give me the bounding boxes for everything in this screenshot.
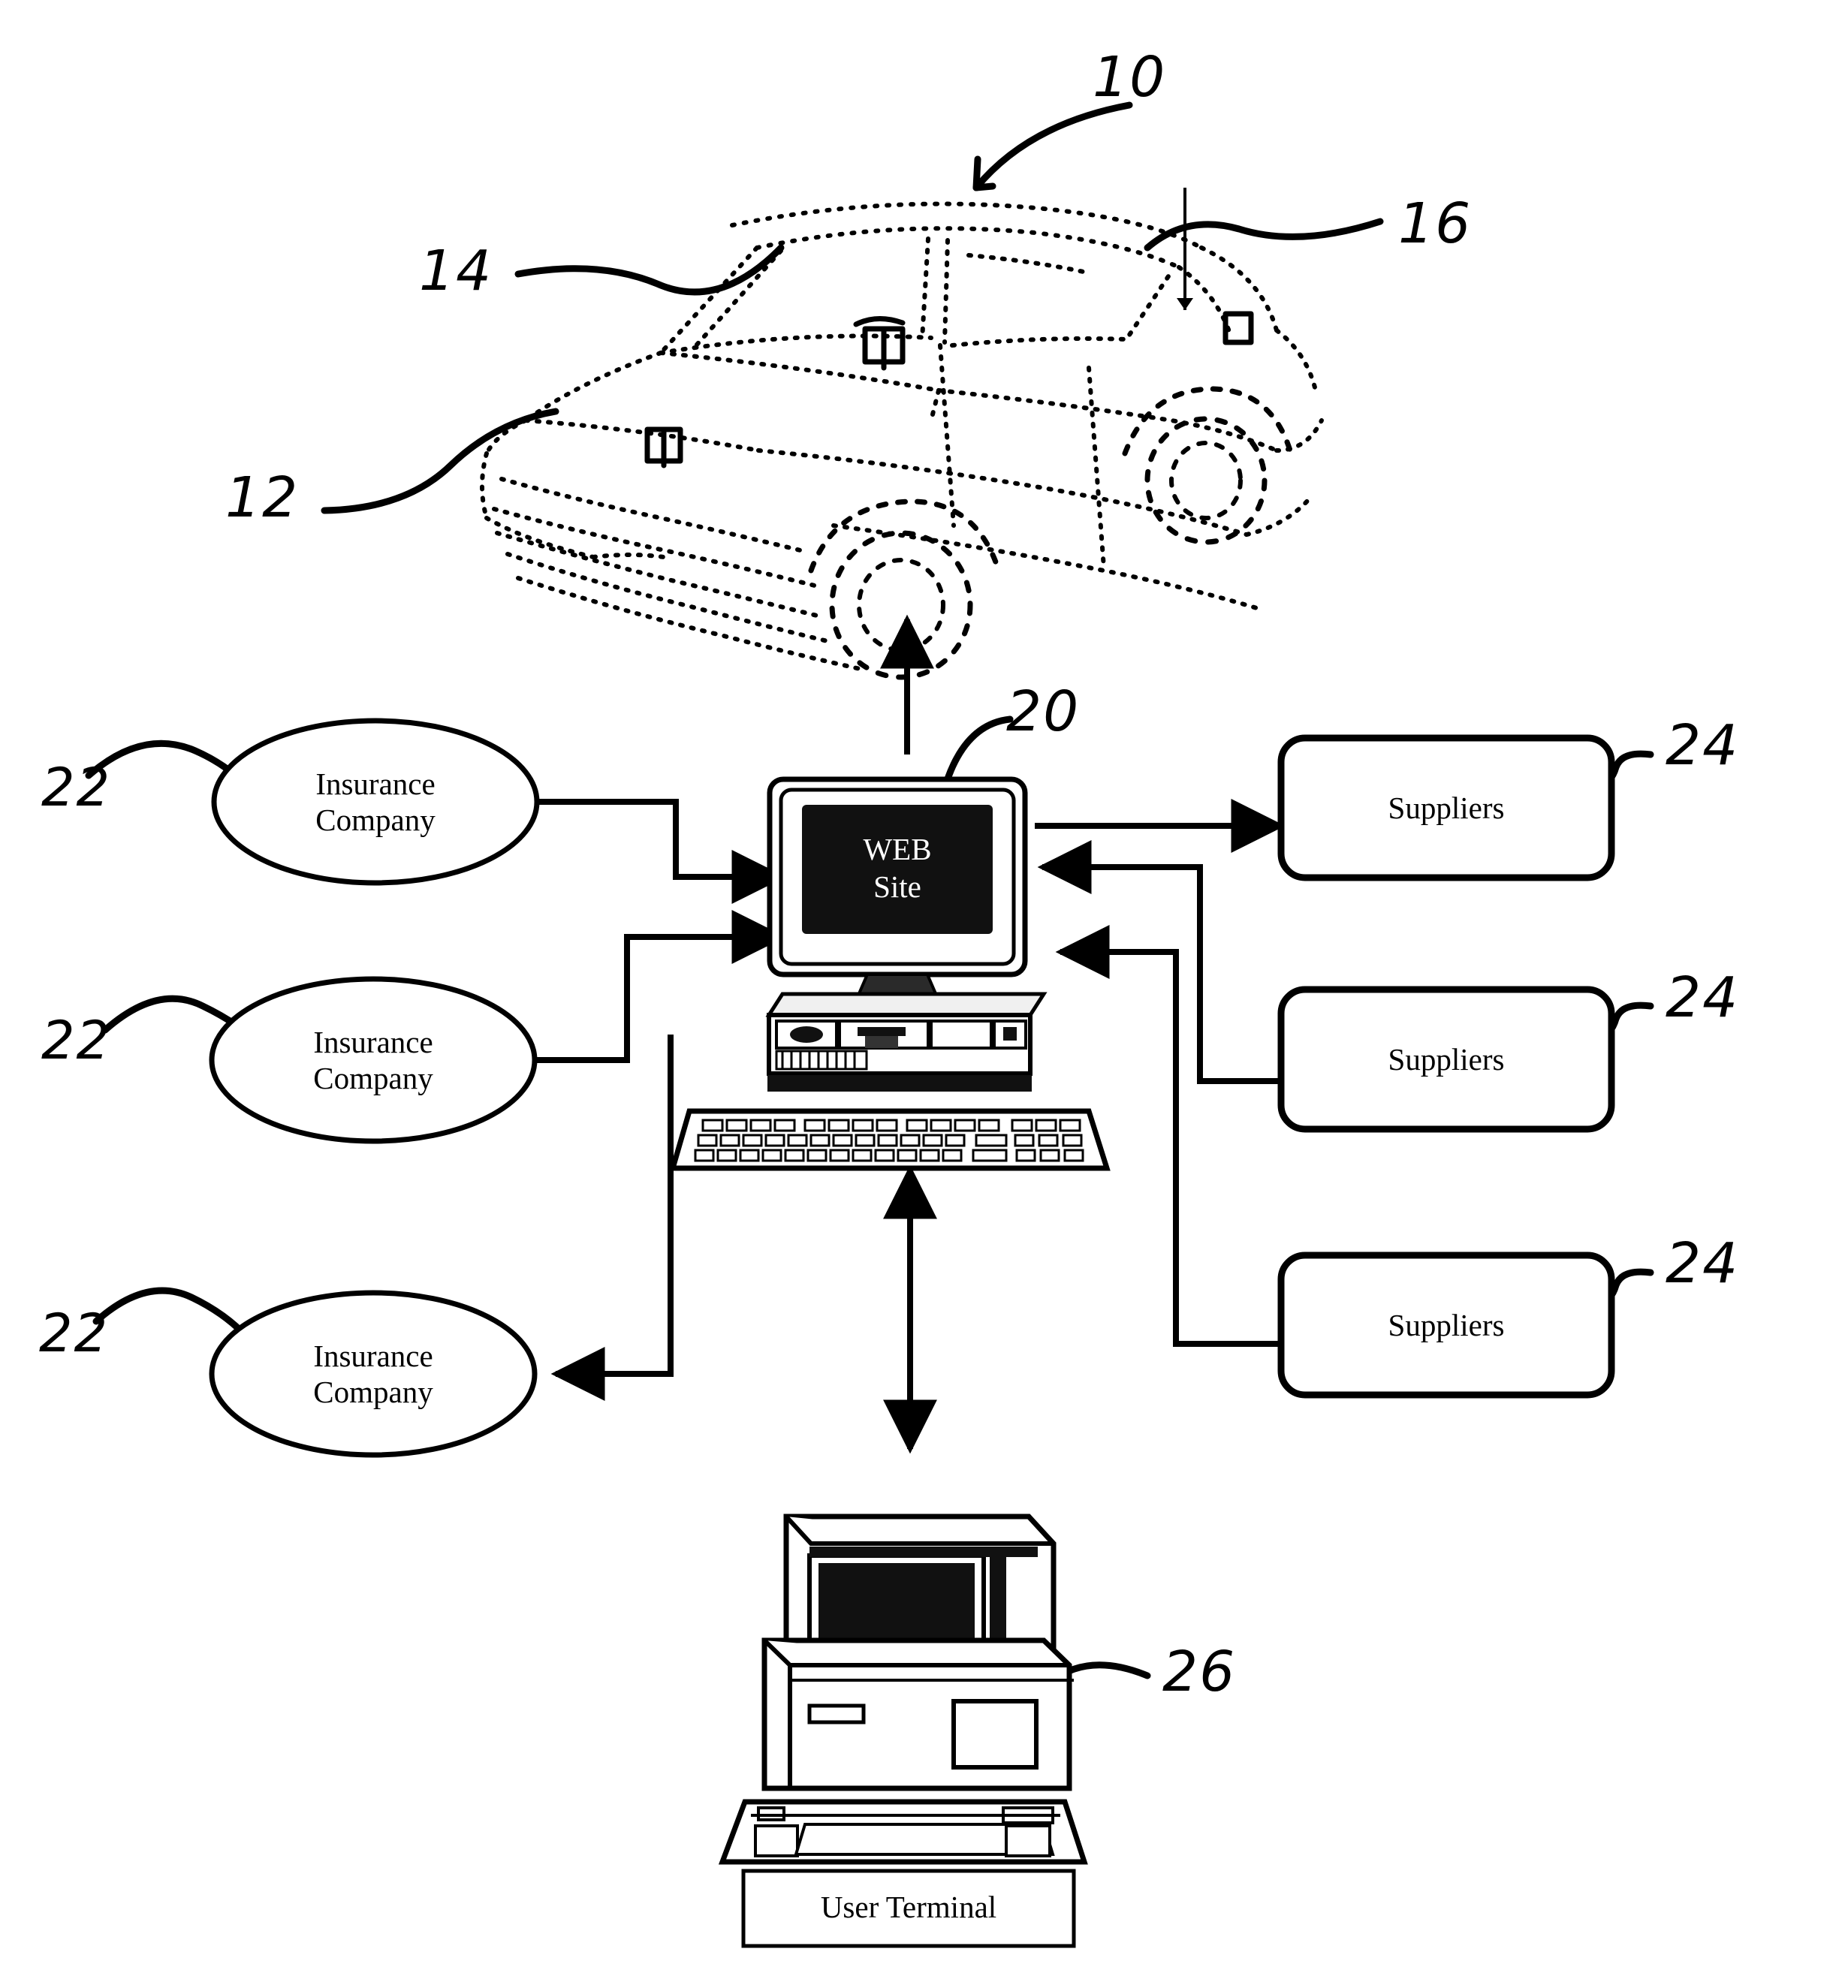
terminal-led-1 (1011, 1643, 1026, 1658)
connector-sup2-to-web (1037, 840, 1280, 1084)
connector-sup3-to-web (1055, 925, 1280, 1347)
terminal-base-body (761, 1637, 1072, 1791)
leader-10 (972, 101, 1133, 191)
keyboard-body (669, 1108, 1111, 1171)
reference-numeral-24-3: 24 (1666, 1231, 1740, 1296)
terminal-key-field (794, 1823, 1055, 1856)
reference-numeral-24-2: 24 (1666, 965, 1740, 1030)
reference-numeral-16: 16 (1398, 191, 1473, 256)
leader-24-1 (1592, 750, 1654, 792)
insurance-company-line2: Company (313, 1375, 433, 1410)
reference-numeral-24-1: 24 (1666, 713, 1740, 778)
cpu-vent (775, 1050, 868, 1071)
web-site-screen-line2: Site (873, 869, 921, 905)
supplier-label-1: Suppliers (1388, 791, 1505, 825)
terminal-monitor-body (783, 1514, 1057, 1715)
terminal-monitor-top (784, 1514, 1054, 1546)
reference-numeral-22-3: 22 (39, 1303, 110, 1364)
web-site-screen-line1: WEB (863, 832, 932, 866)
leader-16 (1144, 218, 1384, 252)
reference-numeral-22-1: 22 (41, 757, 112, 818)
keyboard-keys (694, 1119, 1084, 1162)
leader-12 (321, 408, 559, 514)
supplier-label-2: Suppliers (1388, 1042, 1505, 1077)
terminal-led-2 (1011, 1665, 1026, 1680)
insurance-company-line1: Insurance (315, 767, 436, 801)
supplier-label-3: Suppliers (1388, 1308, 1505, 1342)
cpu-bay-3 (930, 1020, 993, 1050)
insurance-company-line2: Company (315, 803, 436, 838)
user-terminal-caption: User Terminal (820, 1890, 997, 1924)
vehicle-illustration (480, 201, 1324, 680)
cpu-bay-4 (993, 1020, 1027, 1050)
insurance-company-label-1: Insurance Company (214, 766, 537, 839)
reference-numeral-12: 12 (225, 465, 300, 530)
terminal-keyboard-body (718, 1799, 1088, 1865)
reference-numeral-20: 20 (1006, 679, 1081, 744)
cpu-top-face (765, 992, 1048, 1017)
cpu-floppy-slot (858, 1027, 906, 1036)
leader-22-3 (92, 1287, 255, 1346)
reference-numeral-14: 14 (419, 239, 493, 303)
cpu-front-face (767, 1013, 1033, 1076)
reference-numeral-26: 26 (1162, 1640, 1237, 1704)
insurance-company-label-3: Insurance Company (212, 1338, 535, 1411)
terminal-drive-bay (951, 1699, 1039, 1770)
monitor-neck (855, 973, 940, 999)
leader-26 (965, 1661, 1151, 1704)
insurance-company-line1: Insurance (313, 1025, 433, 1059)
cpu-bay-2 (838, 1020, 930, 1050)
vehicle-rear-sensor (1222, 311, 1254, 345)
leader-20 (939, 715, 1014, 800)
cpu-base-shadow (767, 1075, 1032, 1092)
reference-numeral-22-2: 22 (41, 1010, 112, 1071)
connectors (535, 614, 1286, 1454)
leader-24-2 (1592, 1002, 1654, 1044)
vehicle-interior-module (853, 315, 906, 371)
cpu-bay-1 (775, 1020, 838, 1050)
connector-web-to-ins3 (550, 1035, 674, 1401)
terminal-screen-bezel (807, 1553, 986, 1697)
terminal-floppy-slot (807, 1703, 866, 1724)
reference-pointer-stalks (1177, 188, 1193, 310)
insurance-company-label-2: Insurance Company (212, 1024, 535, 1097)
leader-14 (514, 244, 785, 296)
cpu-power-indicator (790, 1026, 823, 1043)
terminal-screen (818, 1563, 975, 1688)
connector-ins2-to-web (535, 910, 786, 1063)
insurance-company-line1: Insurance (313, 1339, 433, 1373)
figure-vector-layer (85, 101, 1654, 1948)
reference-numeral-10: 10 (1093, 45, 1167, 110)
terminal-screen-band (990, 1547, 1006, 1697)
insurance-company-line2: Company (313, 1061, 433, 1096)
leader-24-3 (1592, 1268, 1654, 1310)
vehicle-front-module (644, 426, 683, 468)
connector-ins1-to-web (539, 799, 786, 904)
patent-figure: Insurance Company Insurance Company Insu… (0, 0, 1848, 1988)
web-site-screen-label: WEB Site (802, 830, 993, 905)
user-terminal-computer (718, 1514, 1088, 1865)
